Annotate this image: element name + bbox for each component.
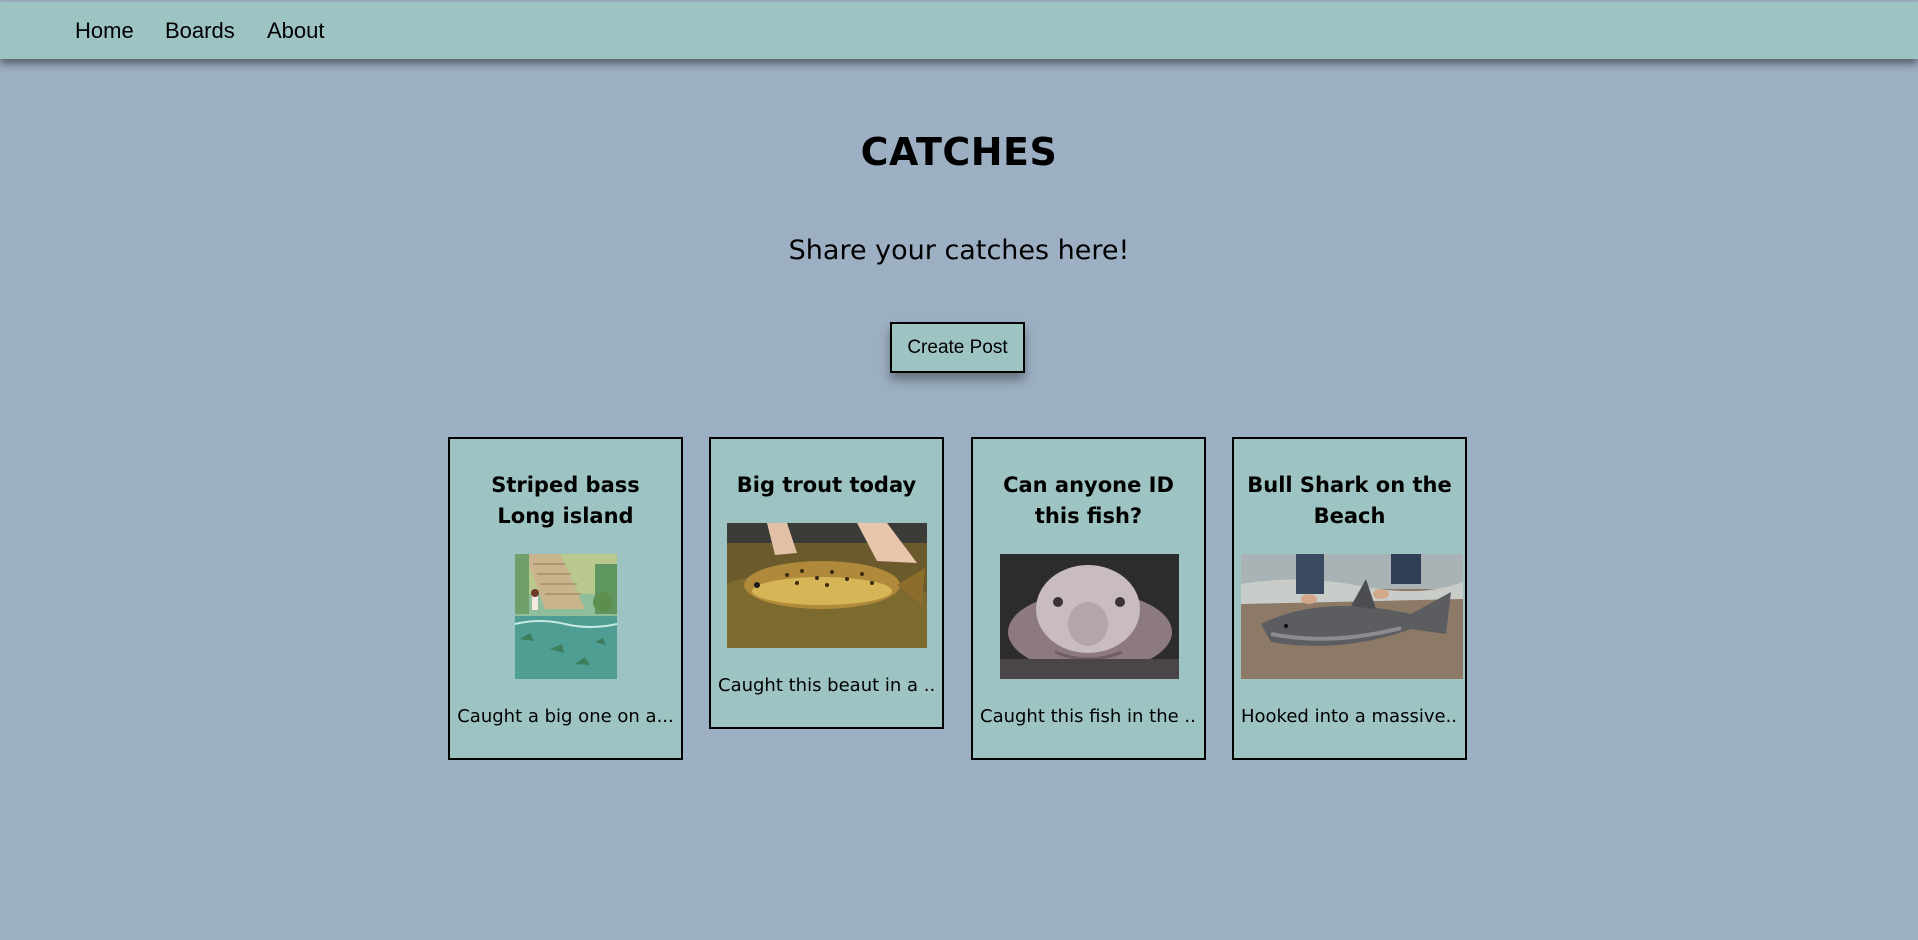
post-card-title: Bull Shark on the Beach <box>1247 473 1452 528</box>
post-card-excerpt: Caught this beaut in a ... <box>718 675 935 696</box>
post-card-excerpt: Caught a big one on a... <box>457 706 674 727</box>
post-card-image <box>727 523 927 648</box>
shark-image <box>1241 554 1463 679</box>
post-card-image <box>1000 554 1179 679</box>
post-card-image <box>1241 554 1463 679</box>
nav-home-link[interactable]: Home <box>75 18 134 44</box>
page-subtitle: Share your catches here! <box>788 235 1130 266</box>
post-card-excerpt: Hooked into a massive... <box>1241 706 1458 727</box>
post-card[interactable]: Can anyone ID this fish? Caught this fis… <box>971 437 1206 760</box>
blobfish-image <box>1000 554 1179 679</box>
page-title: CATCHES <box>860 130 1058 174</box>
post-card-title: Big trout today <box>736 473 917 497</box>
post-card[interactable]: Bull Shark on the Beach Hooked into a ma… <box>1232 437 1467 760</box>
post-card-title: Can anyone ID this fish? <box>1003 473 1174 528</box>
post-card[interactable]: Big trout today Caught this beaut in a .… <box>709 437 944 729</box>
post-card-excerpt: Caught this fish in the ... <box>980 706 1197 727</box>
trout-image <box>727 523 927 648</box>
nav-boards-link[interactable]: Boards <box>165 18 235 44</box>
post-card[interactable]: Striped bass Long island Caught a big on… <box>448 437 683 760</box>
post-card-image <box>515 554 617 679</box>
top-navbar: Home Boards About <box>0 2 1918 59</box>
post-card-title: Striped bass Long island <box>491 473 640 528</box>
nav-about-link[interactable]: About <box>267 18 325 44</box>
create-post-button[interactable]: Create Post <box>890 322 1025 373</box>
painted-stream-image <box>515 554 617 679</box>
